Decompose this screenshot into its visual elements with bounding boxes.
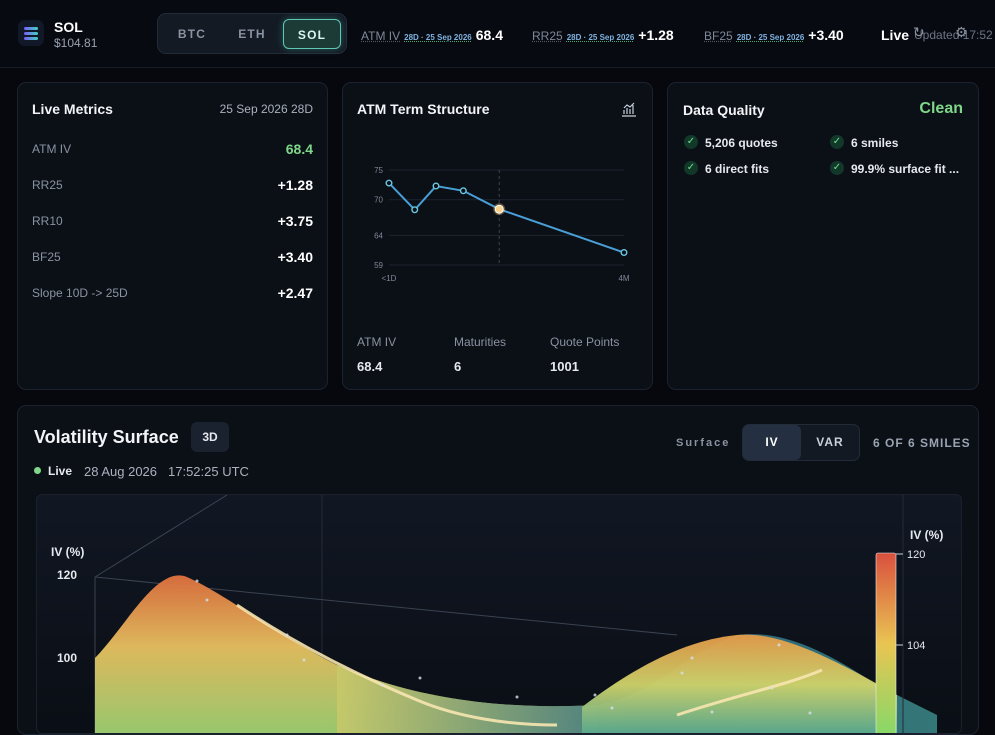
z-axis-label: IV (%) [51, 545, 84, 559]
var-toggle-button[interactable]: VAR [801, 425, 859, 460]
tab-eth[interactable]: ETH [223, 19, 281, 49]
quality-item: 6 smiles [851, 136, 899, 150]
color-scale-bar [875, 552, 897, 733]
metric-value: +1.28 [277, 177, 313, 193]
term-structure-title: ATM Term Structure [357, 101, 490, 117]
stat-value: 68.4 [357, 359, 383, 374]
legend-title: IV (%) [910, 528, 943, 542]
axis-gridline [94, 495, 228, 578]
stat-label: ATM IV [357, 335, 397, 349]
asset-switcher: BTC ETH SOL [157, 13, 347, 54]
gear-icon[interactable]: ⚙ [955, 24, 968, 41]
series-line [388, 182, 625, 254]
term-structure-card: ATM Term Structure 75 70 64 59 <1D 4M ATM IV … [342, 82, 653, 390]
app-logo-icon [18, 20, 44, 46]
asset-name: SOL [54, 19, 83, 35]
metric-label: ATM IV [32, 142, 72, 156]
top-bar: SOL $104.81 BTC ETH SOL ATM IV 28D · 25 S… [0, 0, 995, 68]
live-metrics-title: Live Metrics [32, 101, 113, 117]
tab-btc[interactable]: BTC [163, 19, 221, 49]
metric-value: +2.47 [277, 285, 313, 301]
surface-live-status: Live [48, 464, 73, 478]
y-tick-label: 59 [374, 261, 383, 270]
surface-mode-toggle: IV VAR [742, 424, 860, 461]
tab-sol[interactable]: SOL [283, 19, 341, 49]
live-metrics-context: 25 Sep 2026 28D [219, 102, 313, 116]
asset-price: $104.81 [54, 36, 98, 50]
quality-item: 6 direct fits [705, 162, 770, 176]
ticker-bf25[interactable]: BF25 28D · 25 Sep 2026 +3.40 [704, 27, 844, 43]
live-metrics-card: Live Metrics 25 Sep 2026 28D ATM IV 68.4… [17, 82, 328, 390]
surface-toggle-label: Surface [676, 437, 731, 449]
surface-date: 28 Aug 2026 [84, 464, 158, 479]
stat-value: 1001 [550, 359, 579, 374]
data-point [620, 249, 628, 257]
metric-label: BF25 [32, 250, 61, 264]
x-tick-label: 4M [618, 274, 629, 283]
stat-label: Maturities [454, 335, 507, 349]
metric-label: Slope 10D -> 25D [32, 286, 128, 300]
updated-time: Updated 17:52 [914, 28, 993, 42]
ticker-rr25[interactable]: RR25 28D · 25 Sep 2026 +1.28 [532, 27, 674, 43]
metric-label: RR10 [32, 214, 63, 228]
volatility-surface-card: Volatility Surface 3D Live 28 Aug 2026 1… [17, 405, 979, 735]
data-point [432, 182, 440, 190]
data-quality-card: Data Quality Clean ✓ 5,206 quotes ✓ 6 sm… [667, 82, 979, 390]
live-dot [34, 467, 41, 474]
metric-value-atm-iv: 68.4 [285, 141, 313, 157]
legend-tick-label: 120 [907, 549, 925, 561]
quality-item: 5,206 quotes [705, 136, 778, 150]
surface-time: 17:52:25 UTC [168, 464, 249, 479]
y-tick-label: 70 [374, 196, 383, 205]
ticker-atm-iv[interactable]: ATM IV 28D · 25 Sep 2026 68.4 [361, 27, 503, 43]
data-quality-title: Data Quality [683, 102, 765, 118]
data-point [385, 179, 393, 187]
stat-label: Quote Points [550, 335, 620, 349]
data-point-selected [494, 204, 504, 214]
data-point [411, 206, 419, 214]
check-icon: ✓ [684, 161, 698, 175]
refresh-icon[interactable]: ↻ [913, 24, 925, 41]
y-tick-label: 64 [374, 231, 383, 240]
legend-tick-label: 104 [907, 640, 925, 652]
metric-label: RR25 [32, 178, 63, 192]
check-icon: ✓ [684, 135, 698, 149]
y-tick-label: 75 [374, 166, 383, 175]
smile-count: 6 OF 6 SMILES [873, 436, 971, 450]
surface-back-sheet [582, 634, 897, 733]
check-icon: ✓ [830, 135, 844, 149]
surface-3d-render: IV (%) 120 100 IV (%) 120 104 [51, 495, 943, 733]
surface-title: Volatility Surface [34, 427, 179, 447]
z-tick-label: 120 [57, 568, 77, 582]
quality-item: 99.9% surface fit ... [851, 162, 960, 176]
stat-value: 6 [454, 359, 462, 374]
live-status: Live [881, 27, 910, 43]
z-tick-label: 100 [57, 651, 77, 665]
check-icon: ✓ [830, 161, 844, 175]
chart-icon[interactable] [621, 101, 637, 117]
quality-status: Clean [919, 100, 963, 117]
term-structure-chart: 75 70 64 59 <1D 4M [374, 166, 630, 283]
iv-toggle-button[interactable]: IV [743, 425, 801, 460]
mode-3d-badge[interactable]: 3D [191, 422, 229, 452]
surface-plot[interactable]: IV (%) 120 100 IV (%) 120 104 [36, 494, 962, 734]
data-point [459, 187, 467, 195]
metric-value: +3.75 [277, 213, 313, 229]
x-tick-label: <1D [382, 274, 397, 283]
metric-value: +3.40 [277, 249, 313, 265]
